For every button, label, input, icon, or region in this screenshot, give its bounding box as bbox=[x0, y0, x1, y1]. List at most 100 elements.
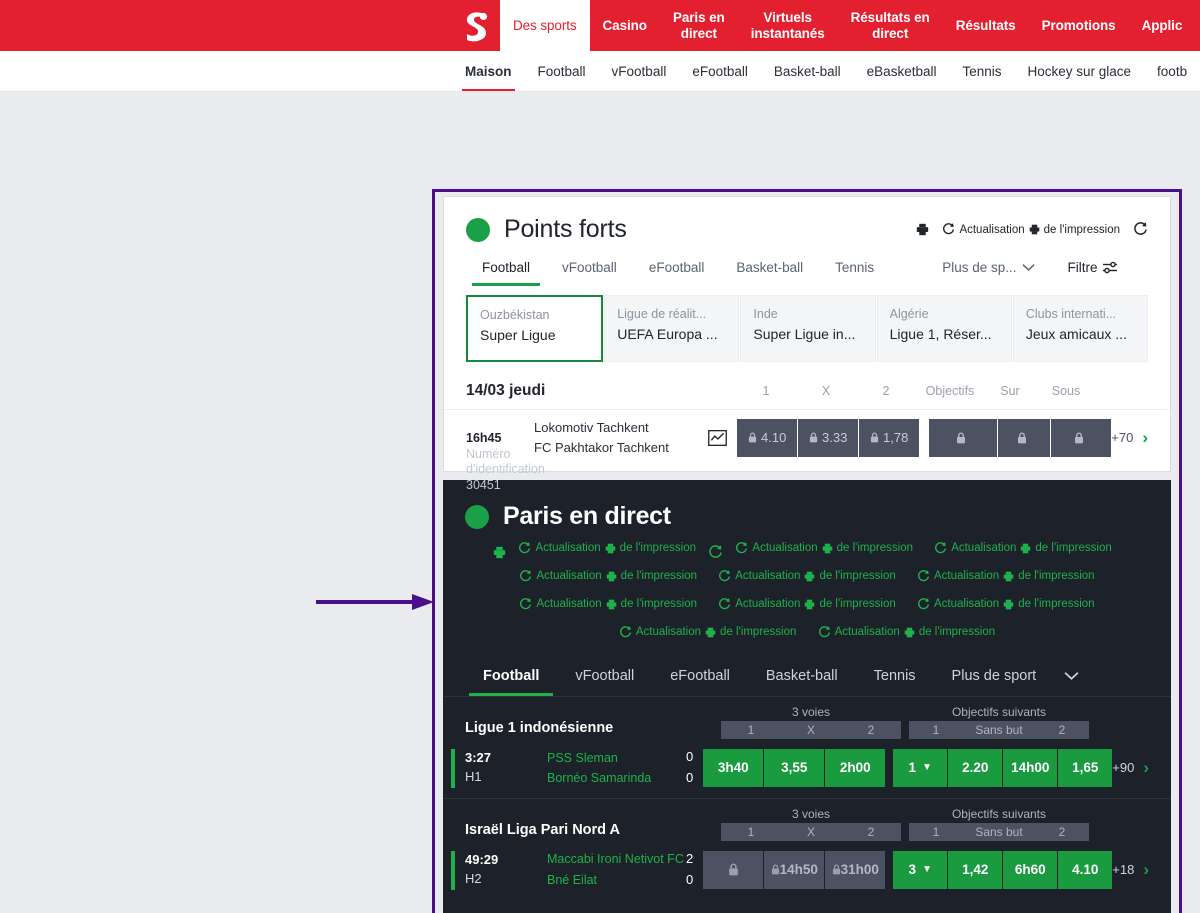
subnav-item-basket-ball[interactable]: Basket-ball bbox=[761, 51, 854, 91]
live-refresh-action[interactable]: Actualisation de l'impression bbox=[619, 621, 796, 645]
highlights-match-time-block: 16h45 Numéro d'identification 30451 bbox=[466, 431, 545, 492]
live-more-sports-dropdown[interactable]: Plus de sport bbox=[934, 658, 1098, 696]
live-market-headers: 3 voies 1 X 2 Objectifs suivants 1 Sans … bbox=[721, 705, 1149, 741]
odds-button-no-goal[interactable]: 14h00 bbox=[1003, 748, 1058, 787]
subnav-item-football[interactable]: Football bbox=[525, 51, 599, 91]
topnav-item-des-sports[interactable]: Des sports bbox=[500, 0, 590, 51]
odds-button-sur[interactable] bbox=[998, 418, 1051, 457]
subnav-item-football-americain[interactable]: footb bbox=[1144, 51, 1200, 91]
refresh-icon-secondary[interactable] bbox=[1133, 222, 1148, 237]
highlights-match-row[interactable]: 16h45 Numéro d'identification 30451 Loko… bbox=[444, 410, 1170, 492]
page-body: Points forts Actualisation de l'impressi… bbox=[0, 92, 1200, 913]
topnav-item-promotions[interactable]: Promotions bbox=[1029, 0, 1129, 51]
odds-button-goal-1[interactable]: 1,42 bbox=[948, 850, 1003, 889]
topnav-item-resultats[interactable]: Résultats bbox=[943, 0, 1029, 51]
live-match-row[interactable]: 49:29 H2 Maccabi Ironi Netivot FC Bné Ei… bbox=[443, 843, 1171, 900]
highlights-more-sports-dropdown[interactable]: Plus de sp... bbox=[926, 250, 1051, 286]
odds-button-x[interactable]: 14h50 bbox=[764, 850, 825, 889]
market-next-goal: Objectifs suivants 1 Sans but 2 bbox=[909, 807, 1089, 842]
topnav-item-casino[interactable]: Casino bbox=[590, 0, 660, 51]
live-refresh-action[interactable]: Actualisation de l'impression bbox=[917, 593, 1095, 617]
highlights-filter-button[interactable]: Filtre bbox=[1051, 250, 1133, 286]
highlights-more-markets[interactable]: +70 › bbox=[1111, 428, 1148, 448]
live-tab-basket-ball[interactable]: Basket-ball bbox=[748, 658, 856, 696]
subnav-item-maison[interactable]: Maison bbox=[452, 51, 525, 91]
odds-selector-goal-number[interactable]: 1 ▼ bbox=[893, 748, 948, 787]
subnav-item-vfootball[interactable]: vFootball bbox=[599, 51, 680, 91]
lock-icon bbox=[771, 864, 780, 875]
odds-button-2[interactable]: 31h00 bbox=[825, 850, 886, 889]
live-more-markets[interactable]: +90 › bbox=[1112, 758, 1149, 778]
column-header-2: 2 bbox=[882, 384, 890, 398]
league-card[interactable]: Ouzbékistan Super Ligue bbox=[466, 295, 604, 362]
live-tab-tennis[interactable]: Tennis bbox=[856, 658, 934, 696]
more-markets-count: +70 bbox=[1111, 430, 1134, 445]
live-tab-football[interactable]: Football bbox=[465, 658, 557, 697]
subnav-item-ebasketball[interactable]: eBasketball bbox=[854, 51, 950, 91]
goal-number-value: 1 bbox=[908, 760, 917, 776]
highlights-tab-football[interactable]: Football bbox=[466, 250, 546, 286]
site-logo[interactable] bbox=[452, 0, 500, 51]
topnav-item-applications[interactable]: Applic bbox=[1129, 0, 1196, 51]
league-card[interactable]: Inde Super Ligue in... bbox=[740, 295, 876, 362]
live-tab-efootball[interactable]: eFootball bbox=[652, 658, 748, 696]
odds-button-goal-2[interactable]: 4.10 bbox=[1058, 850, 1113, 889]
topnav-item-paris-en-direct[interactable]: Paris en direct bbox=[660, 0, 738, 51]
odds-button-sous[interactable] bbox=[1051, 418, 1112, 457]
live-league-name: Israël Liga Pari Nord A bbox=[465, 822, 620, 839]
match-statistics-icon[interactable] bbox=[701, 429, 733, 446]
odds-button-x[interactable]: 3.33 bbox=[798, 418, 859, 457]
odds-button-goal-2[interactable]: 1,65 bbox=[1058, 748, 1113, 787]
odds-button-goal-1[interactable]: 2.20 bbox=[948, 748, 1003, 787]
market-goals-title: Objectifs suivants bbox=[951, 807, 1047, 822]
live-refresh-action[interactable]: Actualisation de l'impression bbox=[735, 537, 913, 561]
odds-button-1[interactable] bbox=[703, 850, 764, 889]
topnav-item-virtuels-instantanes[interactable]: Virtuels instantanés bbox=[738, 0, 838, 51]
subnav-item-efootball[interactable]: eFootball bbox=[679, 51, 761, 91]
highlights-header-actions: Actualisation de l'impression bbox=[916, 222, 1148, 237]
highlights-tab-efootball[interactable]: eFootball bbox=[633, 250, 721, 286]
live-match-row[interactable]: 3:27 H1 PSS Sleman Bornéo Samarinda 0 0 … bbox=[443, 741, 1171, 798]
live-refresh-action[interactable]: Actualisation de l'impression bbox=[519, 593, 697, 617]
refresh-icon-standalone[interactable] bbox=[708, 544, 723, 560]
odds-button-2[interactable]: 1,78 bbox=[859, 418, 920, 457]
highlights-title: Points forts bbox=[504, 215, 627, 243]
subnav-item-tennis[interactable]: Tennis bbox=[949, 51, 1014, 91]
lock-icon bbox=[1017, 432, 1027, 444]
lock-icon bbox=[956, 432, 966, 444]
print-icon[interactable] bbox=[916, 223, 929, 236]
refresh-print-action[interactable]: Actualisation de l'impression bbox=[942, 223, 1120, 236]
market-3way: 3 voies 1 X 2 bbox=[721, 705, 901, 740]
live-refresh-action[interactable]: Actualisation de l'impression bbox=[718, 565, 896, 589]
odds-button-x[interactable]: 3,55 bbox=[764, 748, 825, 787]
live-refresh-action[interactable]: Actualisation de l'impression bbox=[718, 593, 896, 617]
live-tab-vfootball[interactable]: vFootball bbox=[557, 658, 652, 696]
live-refresh-action[interactable]: Actualisation de l'impression bbox=[519, 565, 697, 589]
live-refresh-action[interactable]: Actualisation de l'impression bbox=[518, 537, 696, 561]
league-card[interactable]: Ligue de réalit... UEFA Europa ... bbox=[604, 295, 740, 362]
league-card[interactable]: Algérie Ligue 1, Réser... bbox=[876, 295, 1012, 362]
league-card[interactable]: Clubs internati... Jeux amicaux ... bbox=[1012, 295, 1149, 362]
odds-value: 4.10 bbox=[761, 430, 787, 445]
highlights-tab-vfootball[interactable]: vFootball bbox=[546, 250, 633, 286]
live-refresh-tail: de l'impression bbox=[620, 569, 698, 582]
refresh-label-tail: de l'impression bbox=[1043, 223, 1120, 236]
live-refresh-action[interactable]: Actualisation de l'impression bbox=[818, 621, 995, 645]
live-refresh-action[interactable]: Actualisation de l'impression bbox=[917, 565, 1095, 589]
print-icon[interactable] bbox=[493, 546, 506, 559]
live-more-markets[interactable]: +18 › bbox=[1112, 860, 1149, 880]
score-away: 0 bbox=[686, 769, 694, 785]
subnav-item-hockey-sur-glace[interactable]: Hockey sur glace bbox=[1015, 51, 1145, 91]
live-refresh-action[interactable]: Actualisation de l'impression bbox=[934, 537, 1112, 561]
live-refresh-label: Actualisation bbox=[933, 597, 1000, 610]
odds-button-no-goal[interactable]: 6h60 bbox=[1003, 850, 1058, 889]
odds-selector-goal-number[interactable]: 3 ▼ bbox=[893, 850, 948, 889]
highlights-tab-tennis[interactable]: Tennis bbox=[819, 250, 890, 286]
odds-button-1[interactable]: 4.10 bbox=[737, 418, 798, 457]
odds-button-1[interactable]: 3h40 bbox=[703, 748, 764, 787]
highlights-market-columns: 1 X 2 Objectifs Sur Sous bbox=[736, 384, 1148, 398]
highlights-tab-basket-ball[interactable]: Basket-ball bbox=[720, 250, 819, 286]
odds-button-objectifs[interactable] bbox=[929, 418, 998, 457]
topnav-item-resultats-en-direct[interactable]: Résultats en direct bbox=[838, 0, 943, 51]
odds-button-2[interactable]: 2h00 bbox=[825, 748, 886, 787]
